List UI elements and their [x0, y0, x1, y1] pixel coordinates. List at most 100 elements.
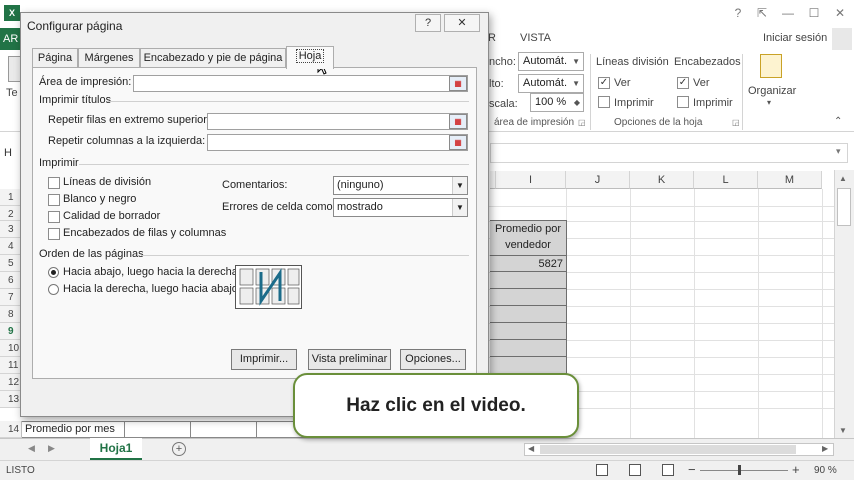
zoom-slider[interactable]	[700, 470, 788, 471]
video-callout[interactable]: Haz clic en el video.	[293, 373, 579, 438]
row-header[interactable]: 14	[0, 421, 22, 438]
zoom-level[interactable]: 90 %	[814, 465, 837, 476]
gridlines-checkbox[interactable]	[48, 177, 60, 192]
table-cell[interactable]	[490, 271, 567, 289]
zoom-in-icon[interactable]: +	[792, 462, 800, 477]
sheet-nav-left-icon[interactable]: ◀	[28, 443, 35, 454]
file-tab[interactable]: AR	[0, 28, 20, 50]
errors-select[interactable]: mostrado ▼	[333, 198, 468, 217]
table-cell[interactable]	[490, 339, 567, 357]
row-header[interactable]: 10	[0, 340, 22, 357]
print-area-input[interactable]	[133, 75, 468, 92]
headings-print-checkbox[interactable]	[677, 96, 689, 111]
column-header-i[interactable]: I	[496, 171, 566, 189]
avatar[interactable]	[832, 28, 852, 50]
row14-label: Promedio por mes	[25, 423, 115, 435]
row-header[interactable]: 4	[0, 238, 22, 255]
row-col-headings-checkbox[interactable]	[48, 228, 60, 243]
order-over-radio[interactable]	[48, 284, 59, 295]
help-button[interactable]: ?	[730, 6, 746, 20]
tab-pagina[interactable]: Página	[32, 48, 78, 68]
scroll-down-icon[interactable]: ▼	[839, 426, 847, 435]
tab-r-fragment[interactable]: R	[488, 32, 496, 44]
gridlines-view-checkbox[interactable]: ✓	[598, 76, 610, 89]
black-white-checkbox[interactable]	[48, 194, 60, 209]
scroll-thumb[interactable]	[837, 188, 851, 226]
order-down-radio[interactable]	[48, 267, 59, 278]
column-header-j[interactable]: J	[566, 171, 630, 189]
name-box[interactable]: H	[4, 143, 18, 163]
row-header[interactable]: 3	[0, 221, 22, 238]
row-header[interactable]: 2	[0, 206, 22, 221]
tab-view[interactable]: VISTA	[520, 32, 551, 44]
scroll-left-icon[interactable]: ◀	[528, 444, 534, 453]
sheet-nav-right-icon[interactable]: ▶	[48, 443, 55, 454]
row14-cell[interactable]: Promedio por mes	[22, 421, 322, 438]
arrange-icon[interactable]	[760, 54, 782, 78]
add-sheet-icon[interactable]: +	[172, 442, 186, 456]
close-icon[interactable]: ✕	[832, 6, 848, 20]
row-header[interactable]: 1	[0, 189, 22, 206]
scale-spinner[interactable]: 100 % ◆	[530, 93, 584, 112]
collapse-dialog-icon[interactable]: ▦	[449, 135, 467, 150]
column-header-l[interactable]: L	[694, 171, 758, 189]
zoom-slider-thumb[interactable]	[738, 465, 741, 475]
row-header[interactable]: 6	[0, 272, 22, 289]
row-header[interactable]: 13	[0, 391, 22, 408]
print-preview-button[interactable]: Vista preliminar	[308, 349, 391, 370]
table-cell[interactable]	[490, 356, 567, 374]
collapse-dialog-icon[interactable]: ▦	[449, 76, 467, 91]
headings-view-checkbox[interactable]: ✓	[677, 76, 689, 89]
cell-header-line2: vendedor	[505, 239, 551, 251]
section-separator	[79, 164, 469, 165]
row-header[interactable]: 9	[0, 323, 22, 340]
minimize-icon[interactable]: —	[780, 6, 796, 20]
expand-formula-icon[interactable]: ▾	[836, 146, 841, 157]
tab-hoja[interactable]: Hoja	[286, 46, 334, 69]
options-button[interactable]: Opciones...	[400, 349, 466, 370]
formula-input[interactable]	[490, 143, 848, 163]
row-header[interactable]: 12	[0, 374, 22, 391]
column-header-k[interactable]: K	[630, 171, 694, 189]
maximize-icon[interactable]: ☐	[806, 6, 822, 20]
gridlines-print-checkbox[interactable]	[598, 96, 610, 111]
scroll-up-icon[interactable]: ▲	[839, 174, 847, 183]
repeat-rows-label: Repetir filas en extremo superior:	[48, 114, 211, 126]
dialog-launcher-icon[interactable]: ◲	[578, 118, 586, 127]
page-layout-view-icon[interactable]	[629, 464, 641, 476]
repeat-cols-input[interactable]	[207, 134, 468, 151]
table-cell[interactable]	[490, 322, 567, 340]
height-combo[interactable]: Automát. ▼	[518, 74, 584, 93]
column-header-m[interactable]: M	[758, 171, 822, 189]
row-header[interactable]: 7	[0, 289, 22, 306]
tab-margenes[interactable]: Márgenes	[78, 48, 140, 68]
spinner-icon: ◆	[573, 98, 580, 107]
scroll-right-icon[interactable]: ▶	[822, 444, 828, 453]
sheet-tab-hoja1[interactable]: Hoja1	[90, 438, 142, 460]
repeat-rows-input[interactable]	[207, 113, 468, 130]
width-combo[interactable]: Automát. ▼	[518, 52, 584, 71]
hscroll-thumb[interactable]	[540, 445, 796, 454]
comments-select[interactable]: (ninguno) ▼	[333, 176, 468, 195]
collapse-dialog-icon[interactable]: ▦	[449, 114, 467, 129]
zoom-out-icon[interactable]: −	[688, 462, 696, 477]
row-header[interactable]: 5	[0, 255, 22, 272]
table-header-cell[interactable]: Promedio por vendedor	[490, 220, 567, 256]
table-cell[interactable]	[490, 305, 567, 323]
page-order-section: Orden de las páginas	[39, 248, 144, 260]
dialog-help-button[interactable]: ?	[415, 14, 441, 32]
collapse-ribbon-icon[interactable]: ⌃	[834, 116, 842, 127]
normal-view-icon[interactable]	[596, 464, 608, 476]
sign-in-link[interactable]: Iniciar sesión	[763, 32, 827, 44]
arrange-label[interactable]: Organizar	[748, 85, 796, 97]
table-cell[interactable]	[490, 288, 567, 306]
row-header[interactable]: 11	[0, 357, 22, 374]
ribbon-display-icon[interactable]: ⇱	[754, 6, 770, 20]
print-button[interactable]: Imprimir...	[231, 349, 297, 370]
draft-quality-checkbox[interactable]	[48, 211, 60, 226]
row-header[interactable]: 8	[0, 306, 22, 323]
dialog-launcher-icon[interactable]: ◲	[732, 118, 740, 127]
tab-encabezado[interactable]: Encabezado y pie de página	[140, 48, 286, 68]
page-break-view-icon[interactable]	[662, 464, 674, 476]
dialog-close-button[interactable]: ✕	[444, 14, 480, 32]
